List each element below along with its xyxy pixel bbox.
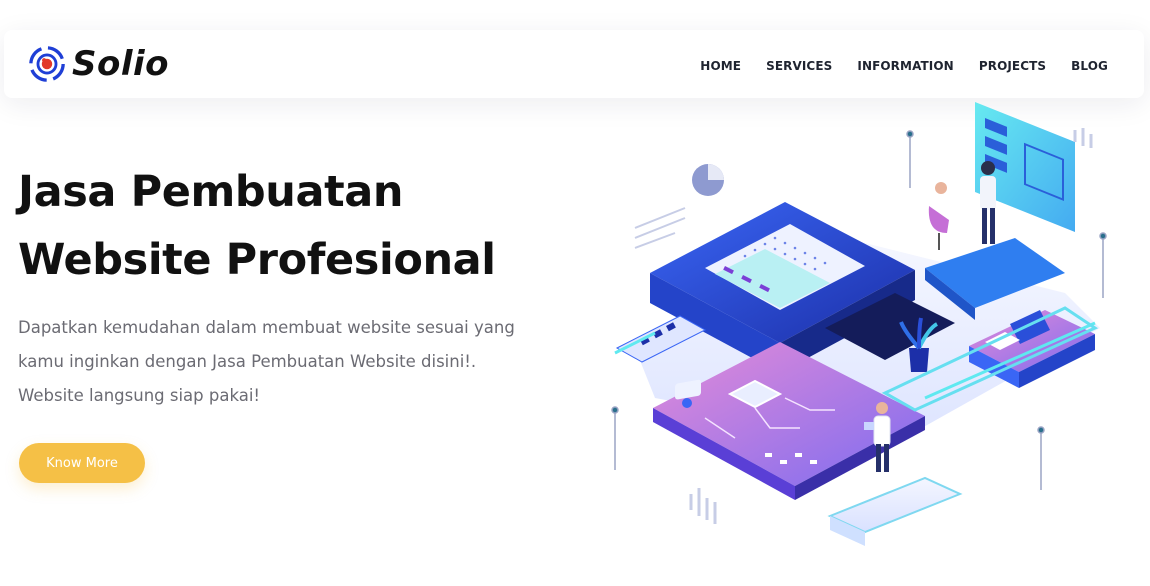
- nav-link-services[interactable]: SERVICES: [766, 59, 832, 73]
- brand-name: Solio: [72, 44, 170, 84]
- nav-link-information[interactable]: INFORMATION: [857, 59, 953, 73]
- main-navigation: HOME SERVICES INFORMATION PROJECTS BLOG: [700, 55, 1108, 74]
- nav-item-home: HOME: [700, 55, 741, 74]
- know-more-button[interactable]: Know More: [19, 443, 145, 483]
- nav-item-projects: PROJECTS: [979, 55, 1046, 74]
- nav-item-services: SERVICES: [766, 55, 832, 74]
- nav-item-information: INFORMATION: [857, 55, 953, 74]
- navbar: Solio HOME SERVICES INFORMATION PROJECTS…: [4, 30, 1144, 98]
- nav-menu: HOME SERVICES INFORMATION PROJECTS BLOG: [700, 55, 1108, 74]
- floating-pie-chart: [692, 164, 724, 196]
- nav-link-projects[interactable]: PROJECTS: [979, 59, 1046, 73]
- nav-item-blog: BLOG: [1071, 55, 1108, 74]
- hero-title: Jasa Pembuatan Website Profesional: [18, 158, 558, 294]
- nav-link-home[interactable]: HOME: [700, 59, 741, 73]
- nav-link-blog[interactable]: BLOG: [1071, 59, 1108, 73]
- isometric-server-dashboard-illustration: [611, 102, 1107, 546]
- hero-title-line-2: Website Profesional: [18, 235, 496, 285]
- hero-description: Dapatkan kemudahan dalam membuat website…: [18, 318, 515, 405]
- target-logo-icon: [29, 46, 65, 82]
- person-sitting-chair: [928, 182, 949, 250]
- hero-title-line-1: Jasa Pembuatan: [18, 167, 404, 217]
- brand-logo-link[interactable]: Solio: [28, 45, 169, 83]
